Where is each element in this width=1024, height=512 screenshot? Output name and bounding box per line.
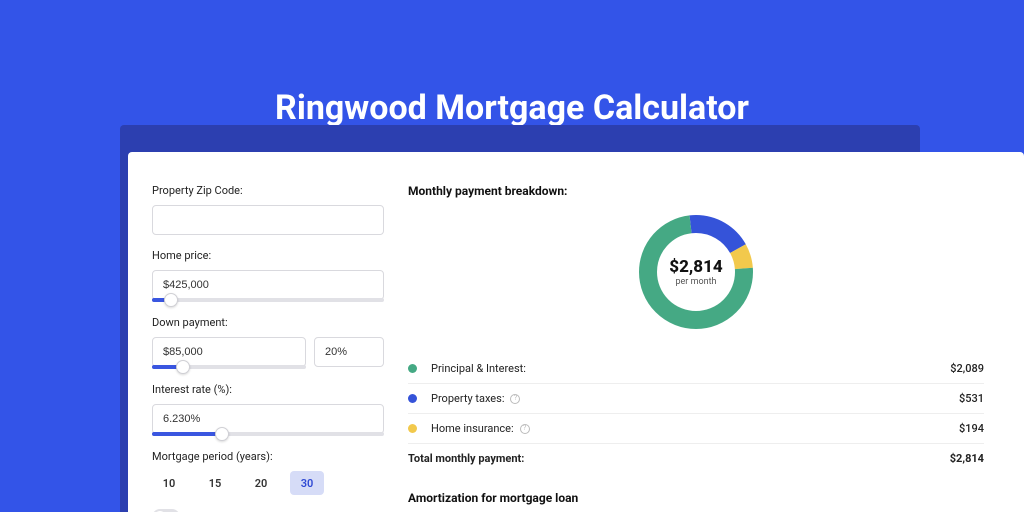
breakdown-panel: Monthly payment breakdown: $2,814 per mo… (408, 152, 1024, 512)
field-zip: Property Zip Code: (152, 184, 384, 235)
mortgage-period-segmented: 10 15 20 30 (152, 471, 384, 495)
legend-row: Home insurance:? $194 (408, 414, 984, 444)
page-title: Ringwood Mortgage Calculator (0, 88, 1024, 128)
down-payment-slider-thumb[interactable] (176, 360, 190, 374)
down-payment-slider[interactable] (152, 365, 306, 369)
legend-row: Principal & Interest: $2,089 (408, 354, 984, 384)
legend-total-row: Total monthly payment: $2,814 (408, 444, 984, 473)
legend-label: Home insurance: (431, 422, 514, 435)
down-payment-percent-input[interactable] (314, 337, 384, 367)
breakdown-title: Monthly payment breakdown: (408, 184, 984, 198)
period-option-20[interactable]: 20 (244, 471, 278, 495)
mortgage-period-label: Mortgage period (years): (152, 450, 384, 463)
field-down-payment: Down payment: (152, 316, 384, 369)
zip-label: Property Zip Code: (152, 184, 384, 197)
home-price-input[interactable] (152, 270, 384, 300)
help-icon[interactable]: ? (520, 424, 530, 434)
inputs-panel: Property Zip Code: Home price: Down paym… (128, 152, 408, 512)
legend-label: Principal & Interest: (431, 362, 526, 375)
legend-total-label: Total monthly payment: (408, 452, 524, 465)
legend-value: $2,089 (950, 362, 984, 375)
down-payment-label: Down payment: (152, 316, 384, 329)
interest-rate-slider-thumb[interactable] (215, 427, 229, 441)
interest-rate-slider[interactable] (152, 432, 384, 436)
calculator-card: Property Zip Code: Home price: Down paym… (128, 152, 1024, 512)
period-option-15[interactable]: 15 (198, 471, 232, 495)
field-mortgage-period: Mortgage period (years): 10 15 20 30 (152, 450, 384, 495)
period-option-10[interactable]: 10 (152, 471, 186, 495)
legend-dot-icon (408, 394, 417, 403)
legend-row: Property taxes:? $531 (408, 384, 984, 414)
interest-rate-label: Interest rate (%): (152, 383, 384, 396)
interest-rate-input[interactable] (152, 404, 384, 434)
zip-input[interactable] (152, 205, 384, 235)
home-price-slider[interactable] (152, 298, 384, 302)
donut-center-amount: $2,814 (669, 257, 722, 277)
home-price-slider-thumb[interactable] (164, 293, 178, 307)
legend-dot-icon (408, 364, 417, 373)
amortization-title: Amortization for mortgage loan (408, 491, 984, 505)
page-background: Ringwood Mortgage Calculator Property Zi… (0, 0, 1024, 512)
help-icon[interactable]: ? (510, 394, 520, 404)
amortization-section: Amortization for mortgage loan Amortizat… (408, 491, 984, 512)
donut-center-sub: per month (675, 277, 716, 287)
legend-value: $531 (959, 392, 984, 405)
legend-total-value: $2,814 (950, 452, 984, 465)
down-payment-input[interactable] (152, 337, 306, 367)
legend-label: Property taxes: (431, 392, 504, 405)
legend-dot-icon (408, 424, 417, 433)
field-interest-rate: Interest rate (%): (152, 383, 384, 436)
period-option-30[interactable]: 30 (290, 471, 324, 495)
donut-chart: $2,814 per month (632, 208, 760, 336)
donut-chart-wrap: $2,814 per month (408, 208, 984, 336)
legend: Principal & Interest: $2,089 Property taxe… (408, 354, 984, 473)
field-home-price: Home price: (152, 249, 384, 302)
legend-value: $194 (959, 422, 984, 435)
home-price-label: Home price: (152, 249, 384, 262)
